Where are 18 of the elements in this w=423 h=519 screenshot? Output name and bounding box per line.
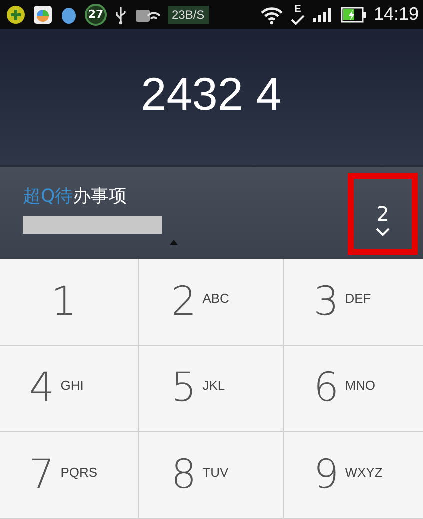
- triangle-icon: [170, 240, 178, 245]
- wifi-icon: [260, 4, 284, 24]
- check-icon: [290, 14, 305, 24]
- contact-name: 超Q待办事项: [23, 185, 128, 208]
- network-speed: 23B/S: [168, 6, 209, 24]
- plus-circle-icon: [6, 4, 26, 24]
- suggestion-panel[interactable]: 超Q待办事项 2: [0, 165, 423, 259]
- chevron-down-icon: [376, 228, 390, 236]
- more-results-button[interactable]: 2: [348, 173, 418, 255]
- notification-badge: 27: [85, 4, 107, 26]
- network-type: E: [294, 4, 302, 14]
- usb-icon: [114, 4, 128, 24]
- dial-key[interactable]: 1: [0, 259, 139, 346]
- battery-icon: [340, 6, 367, 22]
- dialed-number: 2432 4: [141, 67, 282, 122]
- app-icon: [33, 4, 53, 24]
- clock-time: 14:19: [374, 4, 419, 25]
- signal-icon: [312, 6, 334, 22]
